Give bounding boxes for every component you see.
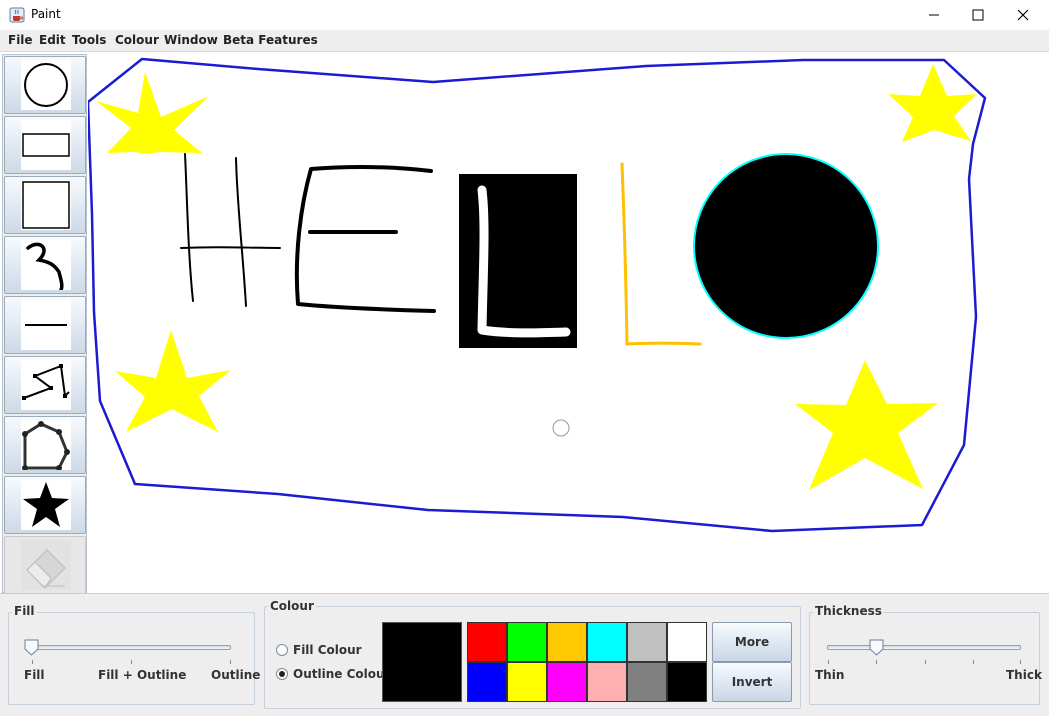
square-tool-icon <box>22 181 70 229</box>
rectangle-tool-icon <box>22 133 70 157</box>
colour-swatch[interactable] <box>587 622 627 662</box>
menu-beta-features[interactable]: Beta Features <box>223 33 318 47</box>
star-top-right <box>888 64 977 142</box>
colour-swatch[interactable] <box>627 622 667 662</box>
thickness-tick <box>876 660 877 664</box>
invert-colour-button[interactable]: Invert <box>712 662 792 702</box>
fill-tick <box>230 660 231 664</box>
maximize-button[interactable] <box>955 0 1001 30</box>
colour-swatch[interactable] <box>467 622 507 662</box>
star-top-left <box>96 72 209 154</box>
close-icon <box>1017 9 1029 21</box>
title-bar: Paint <box>0 0 1049 30</box>
colour-swatch[interactable] <box>507 662 547 702</box>
outline-colour-label[interactable]: Outline Colour <box>293 667 390 681</box>
circle-tool-icon <box>24 63 68 107</box>
thickness-group <box>809 612 1040 705</box>
star-bottom-right <box>795 360 938 490</box>
fill-colour-radio[interactable] <box>276 644 288 656</box>
colour-swatch[interactable] <box>627 662 667 702</box>
close-button[interactable] <box>1000 0 1046 30</box>
line-tool-button[interactable] <box>4 296 86 354</box>
fill-slider-thumb[interactable] <box>24 639 40 657</box>
letter-h <box>180 153 281 307</box>
fill-slider-track[interactable] <box>25 645 231 650</box>
letter-e <box>294 164 436 313</box>
colour-swatch[interactable] <box>547 622 587 662</box>
java-cup-icon <box>9 7 25 23</box>
thickness-group-title: Thickness <box>813 604 884 618</box>
star-tool-button[interactable] <box>4 476 86 534</box>
eraser-tool-icon <box>26 549 66 589</box>
more-colours-button[interactable]: More <box>712 622 792 662</box>
menu-window[interactable]: Window <box>164 33 218 47</box>
fill-label-fill: Fill <box>24 668 45 682</box>
cursor-indicator <box>552 419 570 437</box>
letter-o-circle <box>693 153 879 339</box>
polygon-tool-icon <box>22 421 70 471</box>
maximize-icon <box>972 9 984 21</box>
colour-swatch[interactable] <box>507 622 547 662</box>
canvas-drawing <box>86 57 987 533</box>
circle-tool-button[interactable] <box>4 56 86 114</box>
tool-panel <box>2 54 87 594</box>
current-colour-preview <box>382 622 462 702</box>
fill-group <box>8 612 255 705</box>
fill-tick <box>32 660 33 664</box>
menu-tools[interactable]: Tools <box>72 33 106 47</box>
thickness-label-thick: Thick <box>1006 668 1042 682</box>
minimize-button[interactable] <box>911 0 957 30</box>
menu-edit[interactable]: Edit <box>39 33 66 47</box>
star-tool-icon <box>23 482 69 527</box>
letter-l-orange <box>620 162 702 346</box>
minimize-icon <box>929 14 939 16</box>
colour-swatch[interactable] <box>667 662 707 702</box>
eraser-tool-button[interactable] <box>4 536 86 594</box>
fill-label-fill-outline: Fill + Outline <box>98 668 187 682</box>
colour-swatch[interactable] <box>667 622 707 662</box>
square-tool-button[interactable] <box>4 176 86 234</box>
letter-l-background <box>459 174 577 348</box>
menu-bar: File Edit Tools Colour Window Beta Featu… <box>0 30 1049 52</box>
thickness-slider-track[interactable] <box>827 645 1021 650</box>
bottom-panel: Fill Fill Fill + Outline Outline Colour … <box>0 593 1049 716</box>
freehand-tool-button[interactable] <box>4 236 86 294</box>
thickness-tick <box>973 660 974 664</box>
menu-file[interactable]: File <box>8 33 33 47</box>
menu-colour[interactable]: Colour <box>115 33 159 47</box>
polyline-tool-button[interactable] <box>4 356 86 414</box>
fill-label-outline: Outline <box>211 668 261 682</box>
star-mid-left <box>115 330 231 432</box>
colour-group-title: Colour <box>268 599 316 613</box>
fill-tick <box>131 660 132 664</box>
fill-colour-label[interactable]: Fill Colour <box>293 643 362 657</box>
thickness-tick <box>925 660 926 664</box>
thickness-tick <box>828 660 829 664</box>
thickness-slider-thumb[interactable] <box>869 639 885 657</box>
line-tool-icon <box>25 324 67 326</box>
fill-group-title: Fill <box>12 604 37 618</box>
freehand-tool-icon <box>26 242 64 292</box>
colour-swatch[interactable] <box>587 662 627 702</box>
rectangle-tool-button[interactable] <box>4 116 86 174</box>
window-title: Paint <box>31 7 61 21</box>
outline-colour-radio[interactable] <box>276 668 288 680</box>
polyline-tool-icon <box>22 364 70 400</box>
colour-swatch[interactable] <box>467 662 507 702</box>
drawing-canvas[interactable] <box>86 54 1049 593</box>
polygon-tool-button[interactable] <box>4 416 86 474</box>
thickness-label-thin: Thin <box>815 668 845 682</box>
thickness-tick <box>1020 660 1021 664</box>
colour-swatch[interactable] <box>547 662 587 702</box>
